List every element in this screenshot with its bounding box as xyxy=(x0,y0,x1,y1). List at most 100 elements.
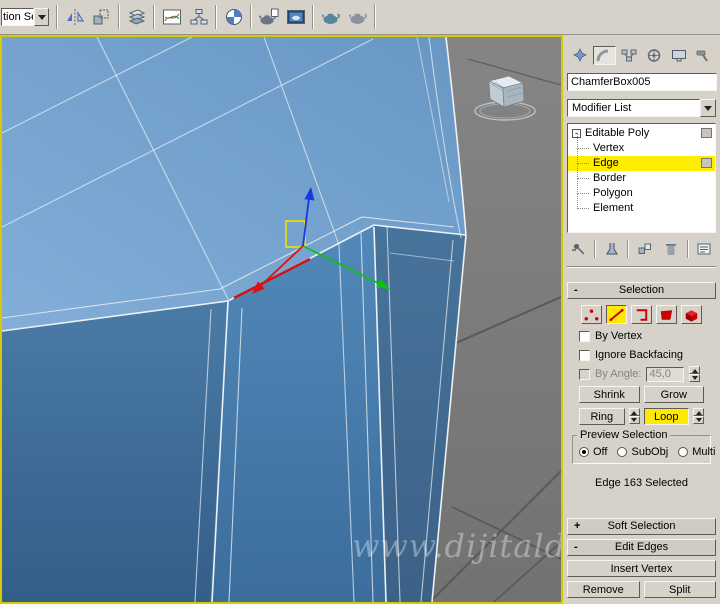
polygon-mode-button[interactable] xyxy=(656,305,677,324)
show-end-result-icon xyxy=(605,243,618,255)
curve-editor-button[interactable] xyxy=(158,4,185,31)
vertex-mode-button[interactable] xyxy=(581,305,602,324)
tab-hierarchy[interactable] xyxy=(617,46,641,65)
pin-stack-button[interactable] xyxy=(568,239,590,259)
tab-create[interactable] xyxy=(568,46,591,65)
rollout-title: Edit Edges xyxy=(614,541,669,553)
collapse-indicator: - xyxy=(574,284,578,296)
preview-multi-label: Multi xyxy=(692,446,716,458)
toolbar-separator xyxy=(56,5,58,29)
remove-modifier-button[interactable] xyxy=(660,239,683,259)
3dsmax-window: tion Se www.dijitalde ChamferBox005 Modi… xyxy=(0,0,720,604)
toolbar-separator xyxy=(153,5,155,29)
schematic-view-button[interactable] xyxy=(185,4,212,31)
edge-mode-button[interactable] xyxy=(606,305,627,324)
by-angle-spinner[interactable] xyxy=(689,366,701,382)
edge-mode-icon xyxy=(609,308,624,321)
render-production-icon xyxy=(321,13,340,24)
insert-vertex-button[interactable]: Insert Vertex xyxy=(567,560,716,577)
toolbar-separator xyxy=(215,5,217,29)
layer-manager-button[interactable] xyxy=(123,4,150,31)
stack-item-editable-poly[interactable]: - Editable Poly xyxy=(568,126,715,141)
stack-item-edge[interactable]: Edge xyxy=(568,148,715,171)
preview-off-radio[interactable] xyxy=(579,447,589,457)
edit-edges-rollout-header[interactable]: - Edit Edges xyxy=(567,539,716,556)
element-mode-button[interactable] xyxy=(681,305,702,324)
object-name-field[interactable] xyxy=(567,73,717,91)
element-mode-icon xyxy=(685,309,698,322)
render-setup-button[interactable] xyxy=(255,4,282,31)
remove-button[interactable]: Remove xyxy=(567,581,640,598)
grow-button[interactable]: Grow xyxy=(643,386,704,403)
modifier-list-dropdown[interactable]: Modifier List xyxy=(567,99,716,117)
ring-loop-row: Ring Loop xyxy=(579,408,704,425)
by-vertex-checkbox[interactable] xyxy=(579,330,590,342)
tab-display[interactable] xyxy=(667,46,691,65)
by-angle-field[interactable]: 45,0 xyxy=(646,366,685,382)
tab-motion[interactable] xyxy=(642,46,666,65)
align-icon xyxy=(93,9,108,25)
toolbar-separator xyxy=(250,5,252,29)
mirror-icon xyxy=(66,9,84,25)
make-unique-icon xyxy=(638,243,651,254)
stack-item-vertex[interactable]: Vertex xyxy=(568,133,715,156)
stack-item-polygon[interactable]: Polygon xyxy=(568,178,715,201)
ring-button[interactable]: Ring xyxy=(579,408,625,425)
hierarchy-icon xyxy=(621,49,637,62)
preview-selection-title: Preview Selection xyxy=(577,429,671,441)
perspective-viewport[interactable]: www.dijitalde xyxy=(0,35,563,604)
mirror-button[interactable] xyxy=(61,4,88,31)
modifier-list-arrow-icon[interactable] xyxy=(700,99,716,117)
selection-status-text: Edge 163 Selected xyxy=(595,477,688,489)
combo-dropdown-arrow-icon[interactable] xyxy=(34,8,49,26)
align-button[interactable] xyxy=(88,4,115,31)
layer-manager-icon xyxy=(128,9,145,25)
tab-modify[interactable] xyxy=(592,46,616,65)
curve-editor-icon xyxy=(162,9,181,25)
render-production-button[interactable] xyxy=(317,4,344,31)
border-mode-button[interactable] xyxy=(631,305,652,324)
material-editor-button[interactable] xyxy=(220,4,247,31)
command-panel-tabs xyxy=(568,46,715,65)
viewport-scene[interactable] xyxy=(2,37,561,602)
rendered-frame-window-icon xyxy=(286,10,305,24)
split-button[interactable]: Split xyxy=(643,581,716,598)
preview-subobj-radio[interactable] xyxy=(617,447,628,457)
stack-item-label: Border xyxy=(593,172,627,184)
pin-stack-icon xyxy=(572,243,585,255)
preview-subobj-label: SubObj xyxy=(631,446,669,458)
loop-button[interactable]: Loop xyxy=(643,408,689,425)
subobject-mode-row xyxy=(567,305,716,324)
tab-utilities[interactable] xyxy=(691,46,715,65)
ring-spinner[interactable] xyxy=(628,408,640,424)
chamferbox-object[interactable] xyxy=(2,37,467,602)
panel-divider xyxy=(567,266,716,268)
by-angle-checkbox[interactable] xyxy=(579,368,590,380)
modifier-stack-list[interactable]: - Editable Poly Vertex Edge Border Polyg… xyxy=(567,123,716,233)
toolbar-separator xyxy=(627,240,630,258)
subobject-level-icon xyxy=(701,158,712,168)
make-unique-button[interactable] xyxy=(633,239,656,259)
by-vertex-label: By Vertex xyxy=(595,330,643,342)
polygon-mode-icon xyxy=(660,309,673,320)
watermark-text: www.dijitalde xyxy=(352,527,563,565)
preview-multi-radio[interactable] xyxy=(678,447,689,457)
ignore-backfacing-checkbox[interactable] xyxy=(579,349,590,361)
rendered-frame-window-button[interactable] xyxy=(282,4,309,31)
render-iterative-button[interactable] xyxy=(344,4,371,31)
stack-item-element[interactable]: Element xyxy=(568,193,715,216)
border-mode-icon xyxy=(636,308,648,321)
selection-rollout-header[interactable]: - Selection xyxy=(567,282,716,299)
configure-modifier-sets-button[interactable] xyxy=(692,239,715,259)
display-icon xyxy=(671,50,686,62)
ignore-backfacing-label: Ignore Backfacing xyxy=(595,349,684,361)
modifier-list-label: Modifier List xyxy=(567,99,700,117)
stack-item-border[interactable]: Border xyxy=(568,163,715,186)
soft-selection-rollout-header[interactable]: + Soft Selection xyxy=(567,518,716,535)
collapse-indicator: - xyxy=(574,541,578,553)
named-selection-set-combo[interactable]: tion Se xyxy=(1,7,49,27)
loop-spinner[interactable] xyxy=(693,408,704,424)
shrink-button[interactable]: Shrink xyxy=(579,386,640,403)
show-end-result-button[interactable] xyxy=(600,239,623,259)
schematic-view-icon xyxy=(190,9,207,25)
